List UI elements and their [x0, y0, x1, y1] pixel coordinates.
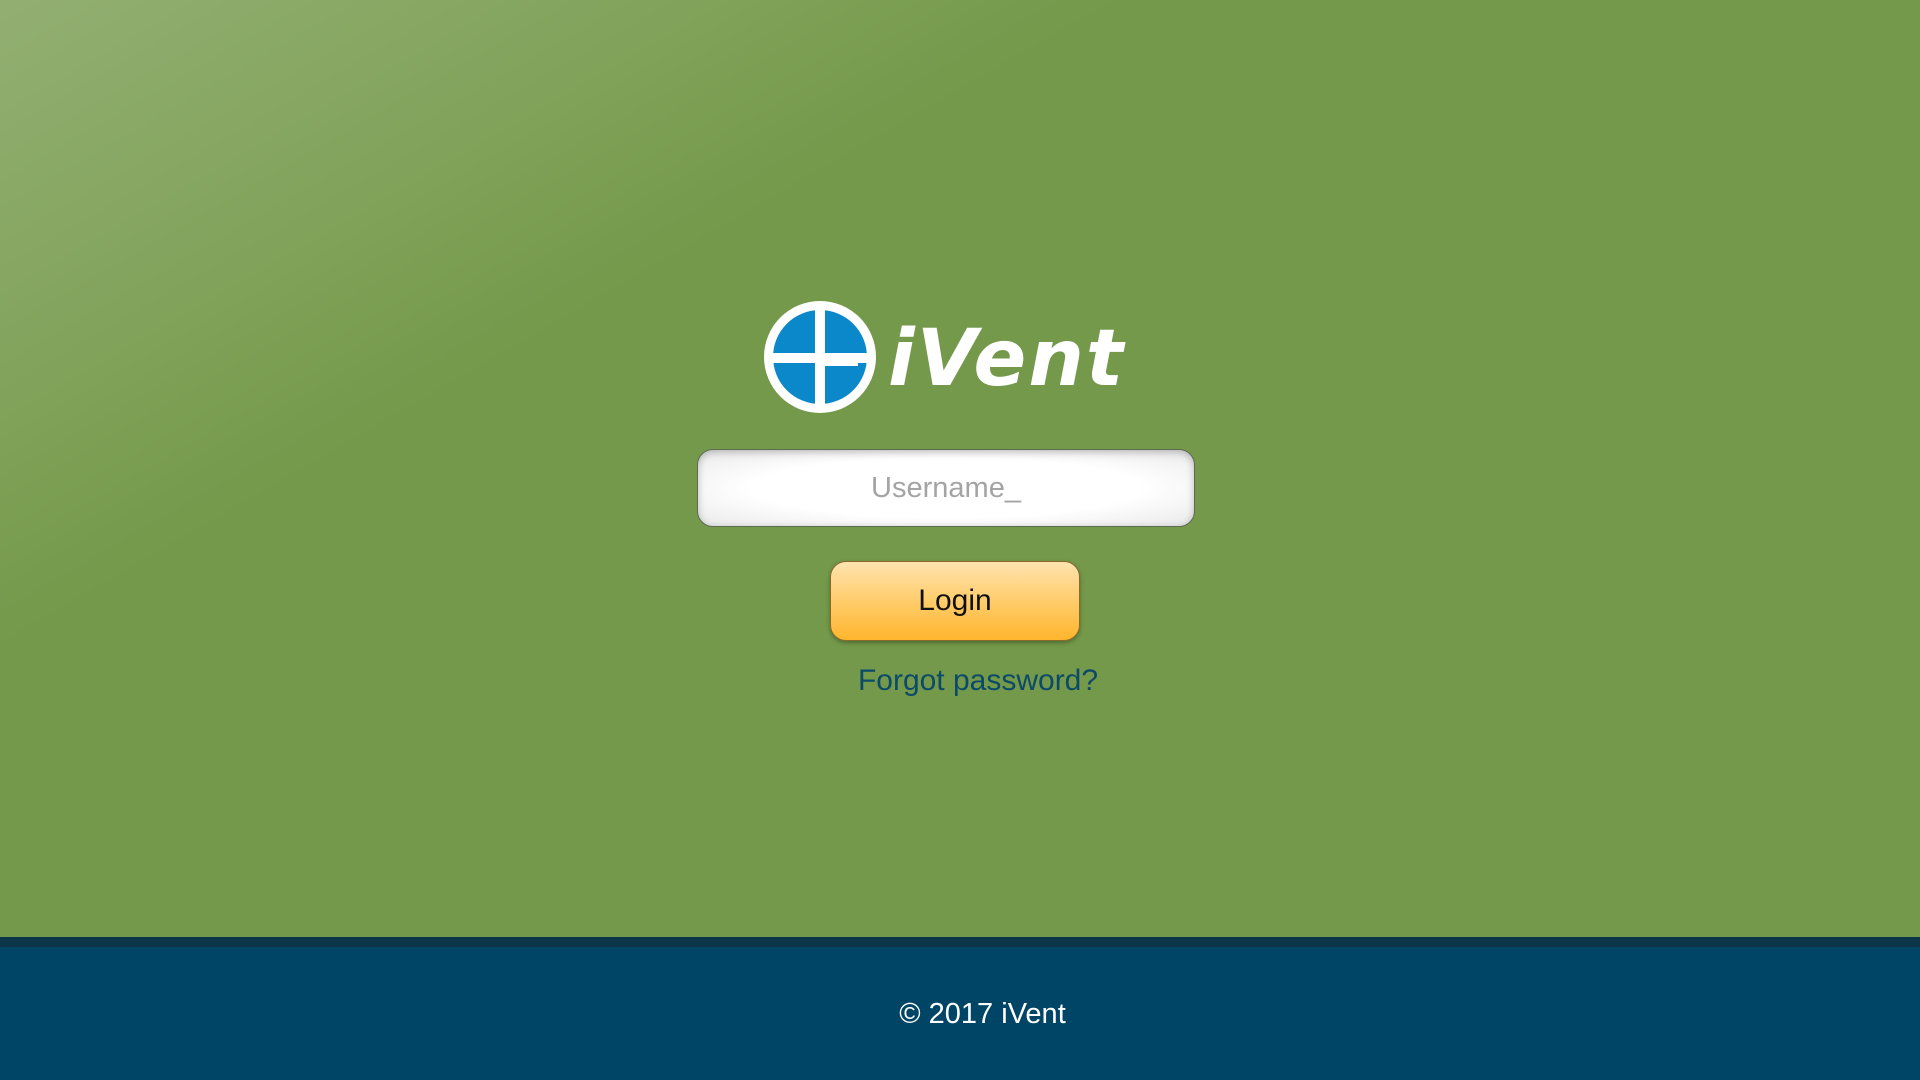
copyright-text: © 2017 iVent: [899, 998, 1066, 1030]
login-area: iVent Login Forgot password?: [0, 0, 1920, 937]
footer-divider: [0, 937, 1920, 947]
login-page: iVent Login Forgot password? © 2017 iVen…: [0, 0, 1920, 1080]
forgot-password-row: Forgot password?: [0, 661, 1920, 701]
ivent-logo-icon: [764, 301, 876, 413]
footer: © 2017 iVent: [0, 947, 1920, 1080]
brand-logo: iVent: [764, 301, 1134, 413]
username-input[interactable]: [697, 449, 1195, 527]
forgot-password-link[interactable]: Forgot password?: [858, 661, 1098, 701]
brand-name: iVent: [888, 314, 1126, 404]
login-button[interactable]: Login: [830, 561, 1080, 641]
footer-copyright-row: © 2017 iVent: [0, 997, 1920, 1031]
